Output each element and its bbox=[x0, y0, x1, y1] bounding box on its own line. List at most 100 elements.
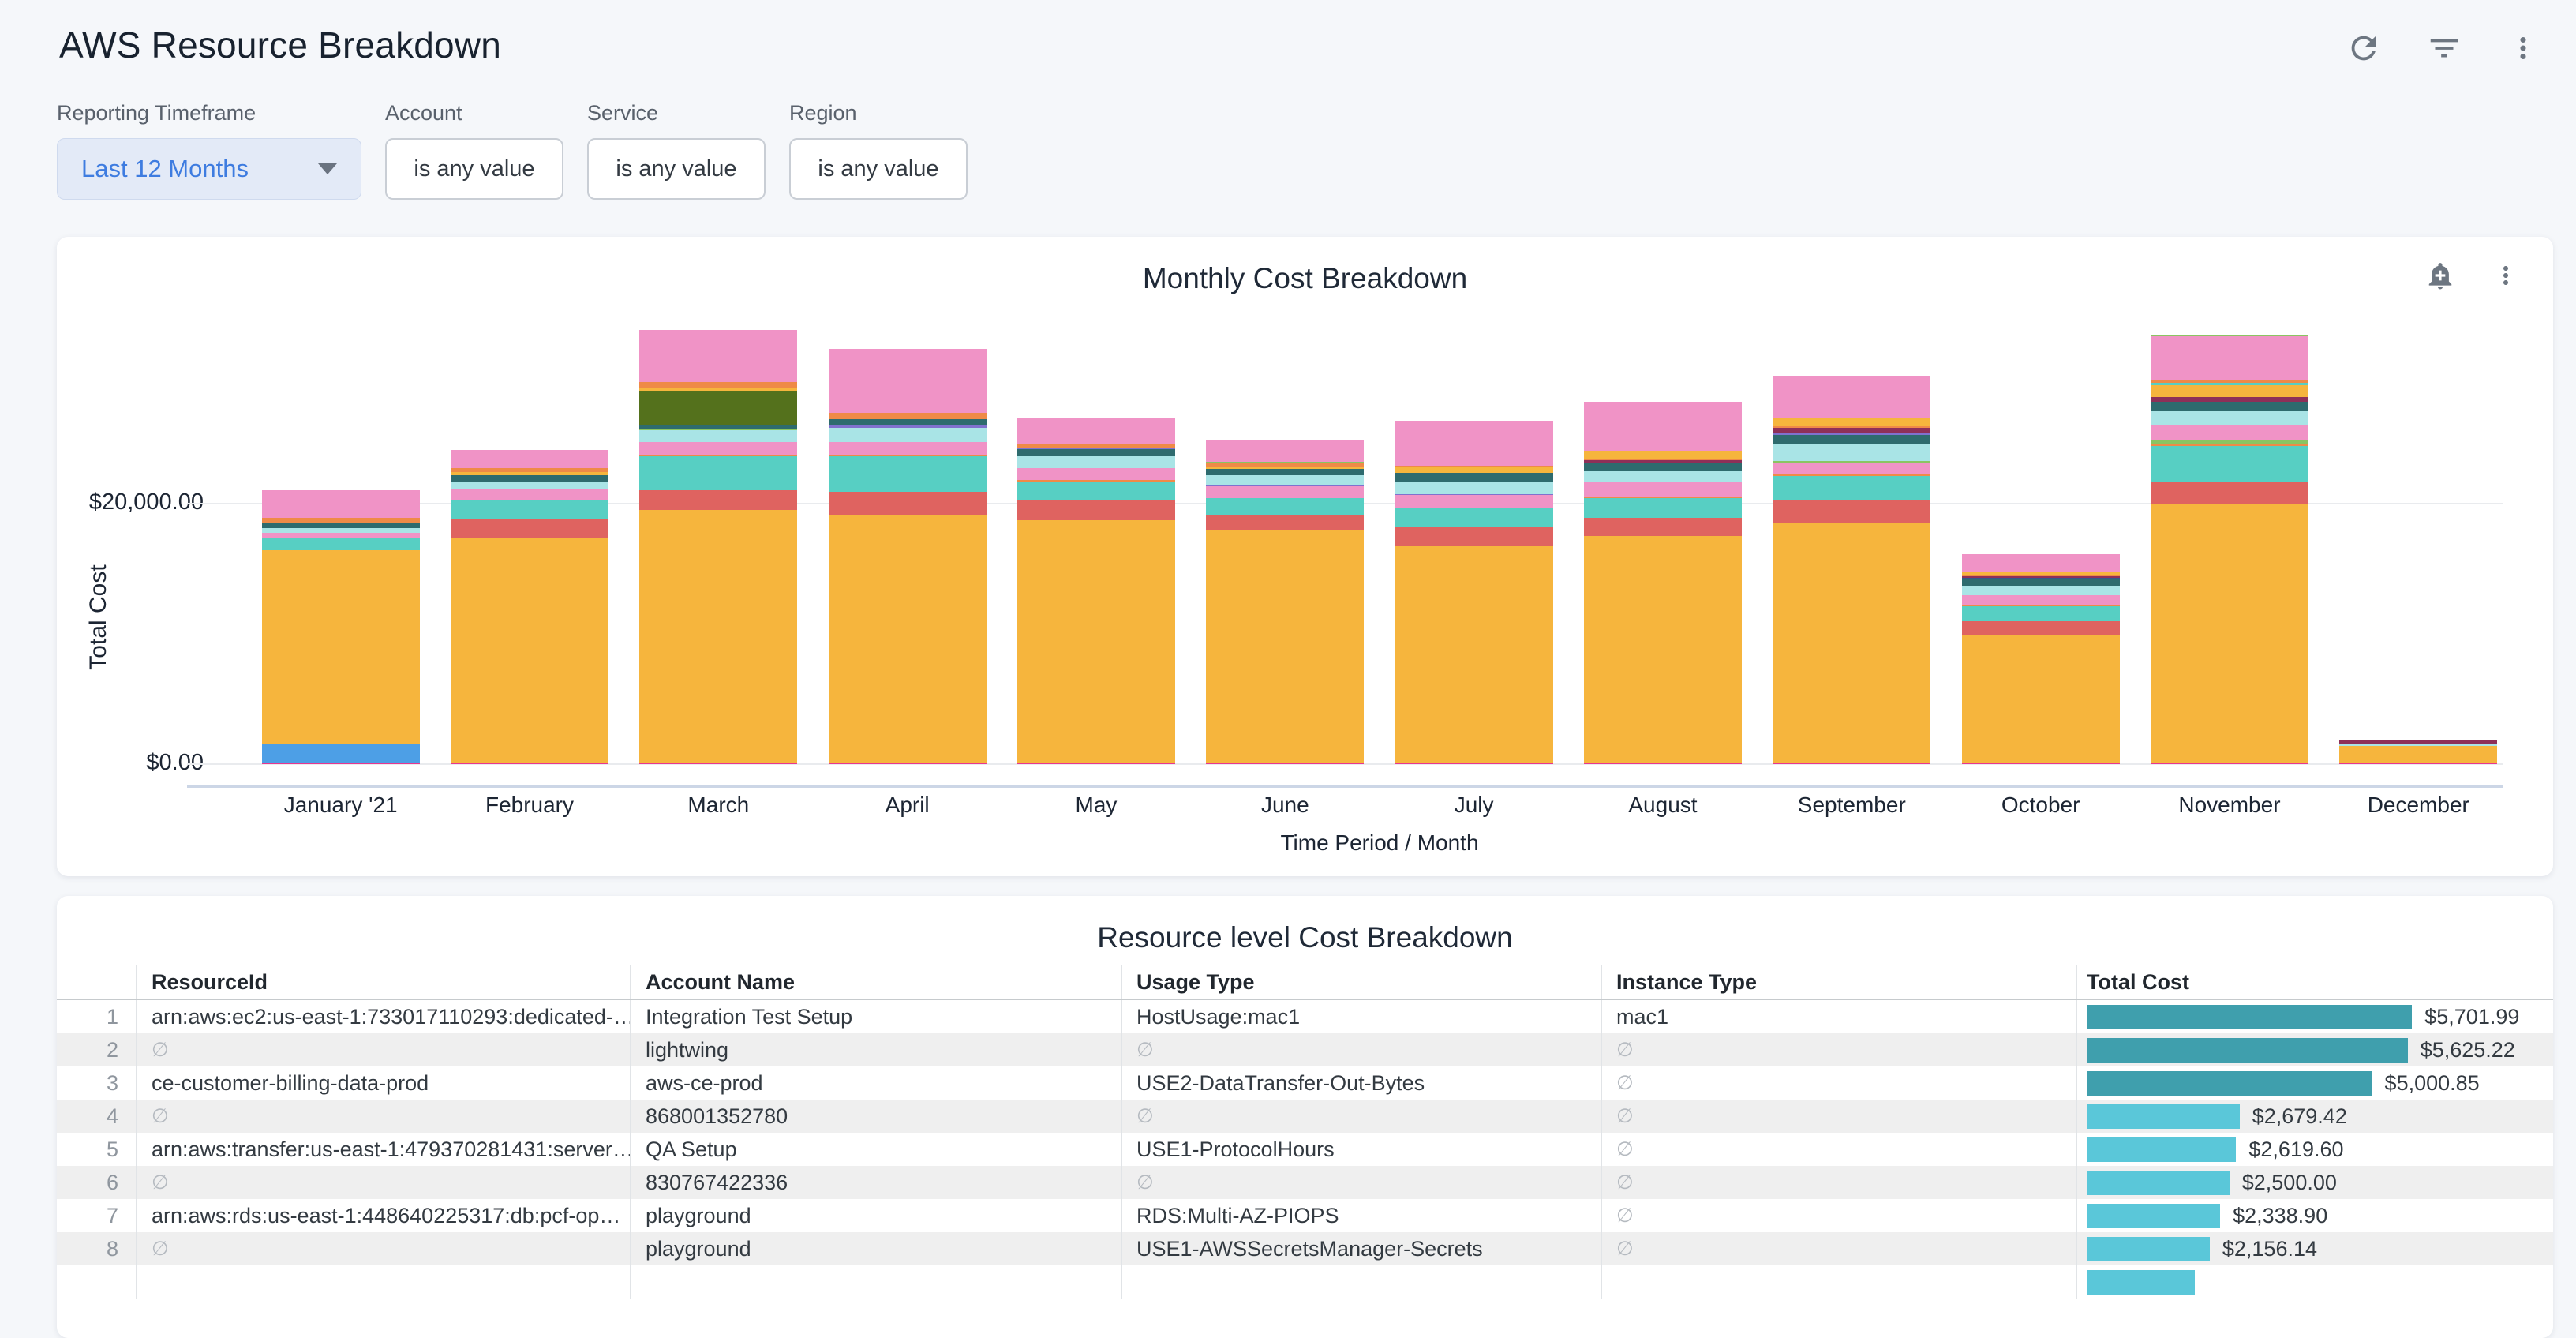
bar-segment-orange[interactable] bbox=[262, 518, 420, 523]
bar-segment-blue[interactable] bbox=[262, 744, 420, 763]
bar-segment-cyan[interactable] bbox=[1206, 475, 1364, 485]
cost-bar[interactable] bbox=[2087, 1005, 2412, 1029]
bar-segment-cyan[interactable] bbox=[1962, 586, 2120, 595]
usage-type-cell[interactable] bbox=[1121, 1265, 1601, 1299]
bar-segment-amber[interactable] bbox=[2151, 385, 2308, 397]
bar-segment-amber[interactable] bbox=[1395, 546, 1553, 763]
cost-bar[interactable] bbox=[2087, 1204, 2220, 1228]
usage-type-cell[interactable]: ∅ bbox=[1121, 1033, 1601, 1066]
bar-segment-red[interactable] bbox=[639, 490, 797, 510]
account-name-cell[interactable]: lightwing bbox=[630, 1033, 1121, 1066]
total-cost-cell[interactable]: $2,619.60 bbox=[2076, 1133, 2553, 1166]
bar-segment-amber[interactable] bbox=[1773, 418, 1930, 426]
bar-segment-cyan[interactable] bbox=[1773, 444, 1930, 461]
refresh-button[interactable] bbox=[2346, 30, 2382, 69]
usage-type-cell[interactable]: ∅ bbox=[1121, 1100, 1601, 1133]
total-cost-cell[interactable]: $2,679.42 bbox=[2076, 1100, 2553, 1133]
stacked-bar[interactable] bbox=[262, 490, 420, 764]
bar-segment-red[interactable] bbox=[451, 519, 608, 539]
bar-segment-pink[interactable] bbox=[1584, 482, 1742, 497]
bar-segment-darkteal[interactable] bbox=[1773, 435, 1930, 444]
bar-segment-teal[interactable] bbox=[829, 456, 987, 492]
bar-segment-darkteal[interactable] bbox=[829, 419, 987, 425]
cost-bar[interactable] bbox=[2087, 1171, 2230, 1195]
bar-segment-darkteal[interactable] bbox=[1017, 449, 1175, 456]
bar-segment-pink[interactable] bbox=[1773, 376, 1930, 419]
bar-segment-darkteal[interactable] bbox=[1962, 579, 2120, 586]
instance-type-cell[interactable]: ∅ bbox=[1601, 1033, 2076, 1066]
bar-segment-darkteal[interactable] bbox=[1206, 469, 1364, 475]
bar-segment-magenta[interactable] bbox=[1206, 763, 1364, 764]
resource-id-cell[interactable] bbox=[136, 1265, 630, 1299]
bar-segment-darkteal[interactable] bbox=[2151, 402, 2308, 411]
cost-bar[interactable] bbox=[2087, 1071, 2372, 1096]
bar-segment-teal[interactable] bbox=[262, 538, 420, 550]
usage-type-cell[interactable]: RDS:Multi-AZ-PIOPS bbox=[1121, 1199, 1601, 1232]
account-name-cell[interactable]: 868001352780 bbox=[630, 1100, 1121, 1133]
region-filter[interactable]: is any value bbox=[789, 138, 968, 200]
bar-segment-teal[interactable] bbox=[1773, 476, 1930, 500]
total-cost-cell[interactable]: $5,000.85 bbox=[2076, 1066, 2553, 1100]
bar-segment-magenta[interactable] bbox=[2151, 763, 2308, 764]
bar-segment-pink[interactable] bbox=[1206, 486, 1364, 498]
stacked-bar[interactable] bbox=[1773, 376, 1930, 764]
bar-segment-amber[interactable] bbox=[2151, 504, 2308, 763]
bar-segment-pink[interactable] bbox=[1962, 595, 2120, 605]
bar-segment-cyan[interactable] bbox=[1395, 482, 1553, 494]
bar-segment-pink[interactable] bbox=[2151, 336, 2308, 380]
resource-id-cell[interactable]: ∅ bbox=[136, 1100, 630, 1133]
column-header[interactable]: Instance Type bbox=[1601, 965, 2076, 999]
bar-segment-amber[interactable] bbox=[1773, 523, 1930, 763]
bar-segment-magenta[interactable] bbox=[639, 763, 797, 764]
resource-id-cell[interactable]: ce-customer-billing-data-prod bbox=[136, 1066, 630, 1100]
bar-segment-cyan[interactable] bbox=[639, 430, 797, 442]
service-filter[interactable]: is any value bbox=[587, 138, 766, 200]
account-filter[interactable]: is any value bbox=[385, 138, 564, 200]
bar-segment-orange[interactable] bbox=[829, 413, 987, 418]
bar-segment-cyan[interactable] bbox=[451, 482, 608, 489]
bar-segment-amber[interactable] bbox=[2339, 746, 2497, 763]
bar-segment-teal[interactable] bbox=[1962, 606, 2120, 620]
account-name-cell[interactable]: QA Setup bbox=[630, 1133, 1121, 1166]
resource-id-cell[interactable]: arn:aws:ec2:us-east-1:733017110293:dedic… bbox=[136, 1000, 630, 1033]
cost-bar[interactable] bbox=[2087, 1270, 2195, 1295]
resource-id-cell[interactable]: ∅ bbox=[136, 1033, 630, 1066]
bar-segment-red[interactable] bbox=[1962, 621, 2120, 635]
bar-segment-cyan[interactable] bbox=[1017, 456, 1175, 468]
bar-segment-magenta[interactable] bbox=[451, 763, 608, 764]
bar-segment-pink[interactable] bbox=[1584, 402, 1742, 451]
bar-segment-amber[interactable] bbox=[451, 538, 608, 763]
stacked-bar[interactable] bbox=[1584, 402, 1742, 764]
chart-menu-button[interactable] bbox=[2492, 261, 2520, 292]
dashboard-filter-button[interactable] bbox=[2426, 30, 2462, 69]
bar-segment-amber[interactable] bbox=[1962, 635, 2120, 763]
bar-segment-red[interactable] bbox=[2151, 482, 2308, 505]
bar-segment-amber[interactable] bbox=[262, 550, 420, 744]
bar-segment-pink[interactable] bbox=[1017, 468, 1175, 480]
bar-segment-teal[interactable] bbox=[2151, 446, 2308, 482]
bar-segment-magenta[interactable] bbox=[829, 763, 987, 764]
column-header[interactable] bbox=[57, 965, 136, 999]
bar-segment-amber[interactable] bbox=[1584, 451, 1742, 459]
account-name-cell[interactable]: aws-ce-prod bbox=[630, 1066, 1121, 1100]
alert-bell-button[interactable] bbox=[2425, 260, 2455, 293]
bar-segment-pink[interactable] bbox=[639, 442, 797, 455]
bar-segment-pink[interactable] bbox=[1395, 495, 1553, 508]
account-name-cell[interactable] bbox=[630, 1265, 1121, 1299]
account-name-cell[interactable]: 830767422336 bbox=[630, 1166, 1121, 1199]
bar-segment-pink[interactable] bbox=[829, 349, 987, 413]
stacked-bar[interactable] bbox=[2151, 335, 2308, 764]
usage-type-cell[interactable]: HostUsage:mac1 bbox=[1121, 1000, 1601, 1033]
bar-segment-pink[interactable] bbox=[829, 442, 987, 455]
bar-segment-olive[interactable] bbox=[639, 391, 797, 425]
bar-segment-pink[interactable] bbox=[1962, 554, 2120, 571]
bar-segment-maroon[interactable] bbox=[1773, 428, 1930, 433]
account-name-cell[interactable]: Integration Test Setup bbox=[630, 1000, 1121, 1033]
bar-segment-amber[interactable] bbox=[1017, 520, 1175, 763]
bar-segment-magenta[interactable] bbox=[1962, 763, 2120, 764]
bar-segment-magenta[interactable] bbox=[1773, 763, 1930, 764]
timeframe-select[interactable]: Last 12 Months bbox=[57, 138, 361, 200]
bar-segment-pink[interactable] bbox=[262, 533, 420, 538]
bar-segment-amber[interactable] bbox=[1584, 536, 1742, 763]
bar-segment-red[interactable] bbox=[1017, 500, 1175, 520]
